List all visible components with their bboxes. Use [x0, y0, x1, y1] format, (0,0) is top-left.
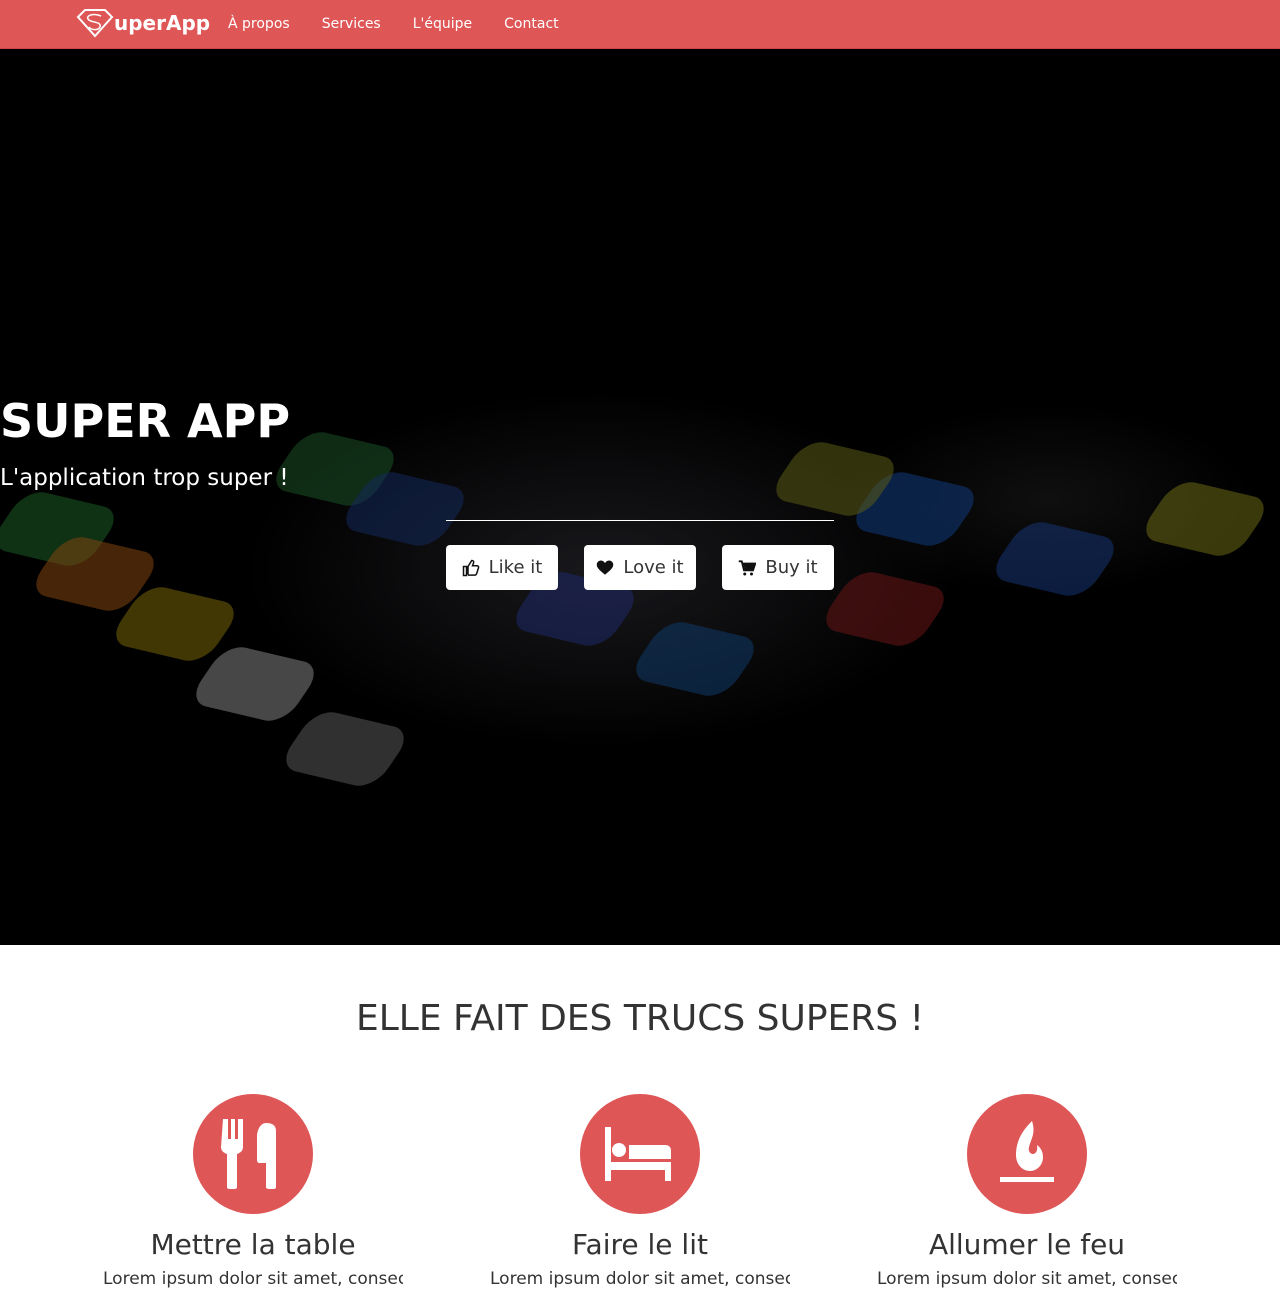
feature-title: Mettre la table	[150, 1228, 356, 1261]
feature-text: Lorem ipsum dolor sit amet, consectetur	[103, 1269, 403, 1289]
nav-link-services[interactable]: Services	[306, 16, 397, 32]
thumbs-up-icon	[462, 559, 479, 576]
feature-card: Mettre la table Lorem ipsum dolor sit am…	[103, 1094, 403, 1289]
nav-link-equipe[interactable]: L'équipe	[397, 16, 488, 32]
feature-card: Faire le lit Lorem ipsum dolor sit amet,…	[490, 1094, 790, 1289]
features-title: ELLE FAIT DES TRUCS SUPERS !	[355, 998, 925, 1039]
feature-title: Allumer le feu	[928, 1228, 1126, 1261]
hero-subtitle: L'application trop super !	[0, 465, 289, 491]
love-button[interactable]: Love it	[584, 545, 696, 590]
hero-divider	[446, 520, 834, 521]
nav-link-a-propos[interactable]: À propos	[212, 16, 306, 32]
fire-icon	[1000, 1121, 1054, 1182]
feature-title: Faire le lit	[572, 1228, 708, 1261]
brand-name: uperApp	[114, 11, 211, 35]
hero-section: SUPER APP L'application trop super ! Lik…	[0, 49, 1280, 945]
bed-icon	[605, 1127, 671, 1181]
superman-logo-icon	[76, 9, 114, 38]
heart-icon	[597, 560, 614, 575]
brand-logo[interactable]: uperApp	[76, 8, 210, 38]
cutlery-icon	[221, 1119, 276, 1189]
feature-text: Lorem ipsum dolor sit amet, consectetur	[877, 1269, 1177, 1289]
buy-button[interactable]: Buy it	[722, 545, 834, 590]
feature-text: Lorem ipsum dolor sit amet, consectetur	[490, 1269, 790, 1289]
hero-title: SUPER APP	[0, 394, 291, 448]
navbar: uperApp À propos Services L'équipe Conta…	[0, 0, 1280, 49]
nav-link-contact[interactable]: Contact	[488, 16, 574, 32]
cart-icon	[739, 559, 757, 575]
like-button[interactable]: Like it	[446, 545, 558, 590]
feature-card: Allumer le feu Lorem ipsum dolor sit ame…	[877, 1094, 1177, 1289]
